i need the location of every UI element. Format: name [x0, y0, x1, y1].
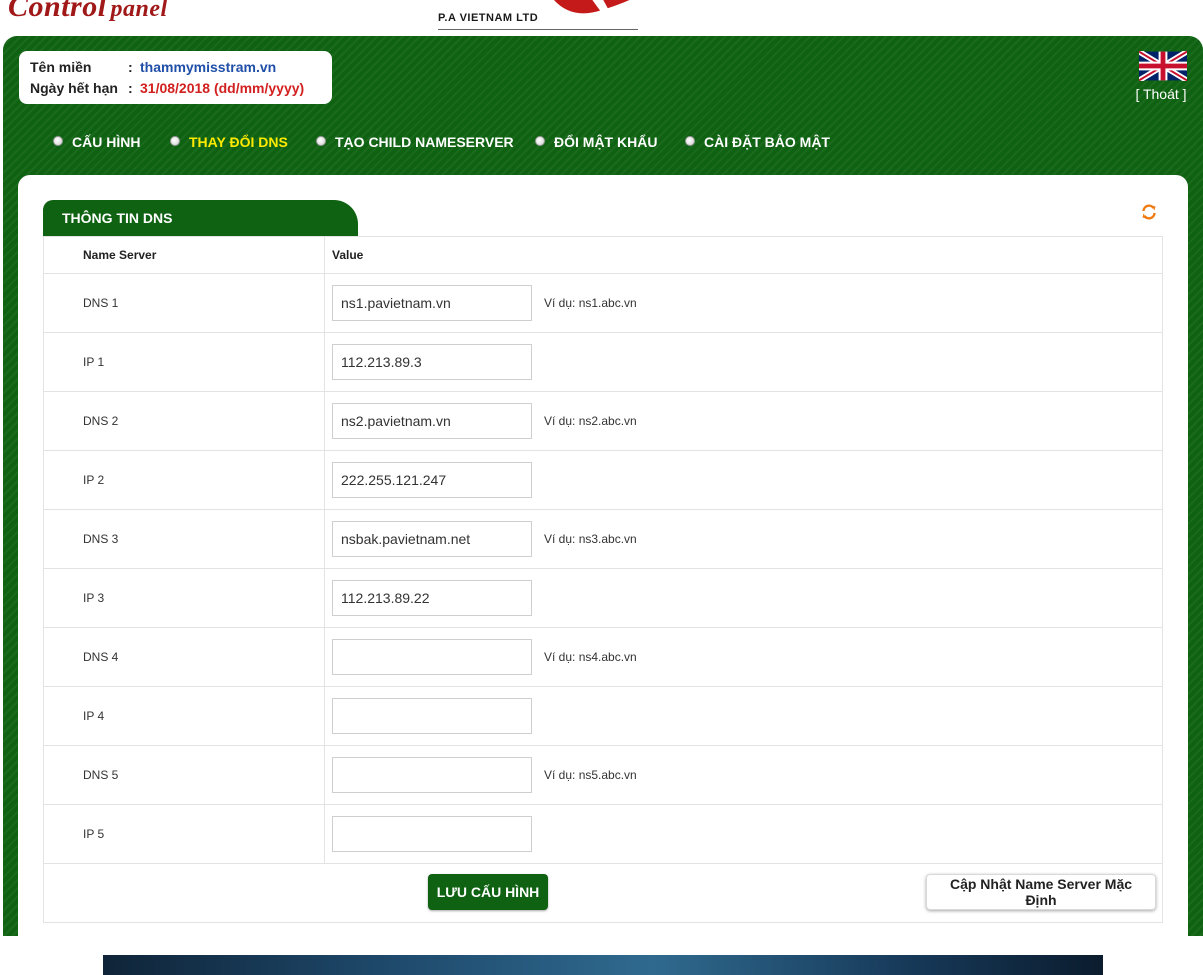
- nav-item-security[interactable]: CÀI ĐẶT BẢO MẬT: [685, 132, 830, 152]
- dns4-input[interactable]: [332, 639, 532, 675]
- table-row: DNS 5 Ví dụ: ns5.abc.vn: [43, 745, 1163, 805]
- row-label: DNS 2: [43, 391, 325, 451]
- ip4-input[interactable]: [332, 698, 532, 734]
- dns5-input[interactable]: [332, 757, 532, 793]
- section-title: THÔNG TIN DNS: [43, 200, 358, 236]
- content-area: THÔNG TIN DNS Name Server Value DNS 1 Ví…: [18, 175, 1188, 975]
- domain-info-box: Tên miền: thammymisstram.vn Ngày hết hạn:…: [19, 51, 332, 104]
- row-label: DNS 3: [43, 509, 325, 569]
- header: Control panel P.A VIETNAM LTD: [0, 0, 1203, 34]
- logo-main-text: Control: [8, 0, 107, 23]
- row-label: IP 1: [43, 332, 325, 392]
- dns1-example: Ví dụ: ns1.abc.vn: [544, 296, 637, 310]
- domain-label: Tên miền: [30, 59, 92, 75]
- table-row: IP 1: [43, 332, 1163, 392]
- row-label: IP 5: [43, 804, 325, 864]
- radio-dot-icon: [170, 136, 180, 146]
- row-label: IP 3: [43, 568, 325, 628]
- radio-dot-icon: [316, 136, 326, 146]
- expiry-separator: :: [128, 80, 133, 96]
- header-value: Value: [324, 236, 1163, 274]
- dns1-input[interactable]: [332, 285, 532, 321]
- promo-banner[interactable]: [103, 955, 1103, 975]
- ip2-input[interactable]: [332, 462, 532, 498]
- table-row: DNS 2 Ví dụ: ns2.abc.vn: [43, 391, 1163, 451]
- refresh-icon[interactable]: [1140, 203, 1158, 221]
- table-footer-row: LƯU CẤU HÌNH Cập Nhật Name Server Mặc Đị…: [43, 863, 1163, 923]
- domain-value: thammymisstram.vn: [140, 59, 277, 75]
- dns4-example: Ví dụ: ns4.abc.vn: [544, 650, 637, 664]
- radio-dot-icon: [685, 136, 695, 146]
- logout-link[interactable]: [ Thoát ]: [1125, 86, 1197, 102]
- table-header-row: Name Server Value: [43, 236, 1163, 274]
- nav-item-change-password[interactable]: ĐỔI MẬT KHẨU: [535, 132, 657, 152]
- table-row: IP 5: [43, 804, 1163, 864]
- company-underline: [438, 29, 638, 30]
- ip5-input[interactable]: [332, 816, 532, 852]
- domain-separator: :: [128, 59, 133, 75]
- row-label: IP 4: [43, 686, 325, 746]
- dns5-example: Ví dụ: ns5.abc.vn: [544, 768, 637, 782]
- nav-item-label: CÀI ĐẶT BẢO MẬT: [704, 134, 830, 150]
- expiry-row: Ngày hết hạn:31/08/2018 (dd/mm/yyyy): [30, 78, 304, 98]
- ip3-input[interactable]: [332, 580, 532, 616]
- radio-dot-icon: [535, 136, 545, 146]
- dns-table: Name Server Value DNS 1 Ví dụ: ns1.abc.v…: [43, 236, 1163, 923]
- update-default-ns-button[interactable]: Cập Nhật Name Server Mặc Định: [926, 874, 1156, 910]
- nav-item-label: THAY ĐỔI DNS: [189, 134, 288, 150]
- dns2-input[interactable]: [332, 403, 532, 439]
- expiry-value: 31/08/2018 (dd/mm/yyyy): [140, 80, 305, 96]
- row-label: IP 2: [43, 450, 325, 510]
- logo[interactable]: Control panel: [8, 0, 168, 24]
- logo-sub-text: panel: [110, 0, 168, 22]
- table-row: IP 3: [43, 568, 1163, 628]
- row-label: DNS 4: [43, 627, 325, 687]
- table-row: DNS 1 Ví dụ: ns1.abc.vn: [43, 273, 1163, 333]
- row-label: DNS 5: [43, 745, 325, 805]
- control-panel: Tên miền: thammymisstram.vn Ngày hết hạn:…: [3, 36, 1203, 975]
- radio-dot-icon: [53, 136, 63, 146]
- nav-item-change-dns[interactable]: THAY ĐỔI DNS: [170, 132, 288, 152]
- save-config-button[interactable]: LƯU CẤU HÌNH: [428, 874, 548, 910]
- uk-flag-icon[interactable]: [1139, 51, 1187, 81]
- domain-row: Tên miền: thammymisstram.vn: [30, 57, 276, 77]
- table-row: DNS 4 Ví dụ: ns4.abc.vn: [43, 627, 1163, 687]
- company-name: P.A VIETNAM LTD: [438, 12, 539, 24]
- row-label: DNS 1: [43, 273, 325, 333]
- expiry-label: Ngày hết hạn: [30, 80, 118, 96]
- dns2-example: Ví dụ: ns2.abc.vn: [544, 414, 637, 428]
- dns3-example: Ví dụ: ns3.abc.vn: [544, 532, 637, 546]
- nav-item-label: CẤU HÌNH: [72, 134, 141, 150]
- nav-item-child-nameserver[interactable]: TẠO CHILD NAMESERVER: [316, 132, 514, 152]
- table-row: IP 4: [43, 686, 1163, 746]
- dns3-input[interactable]: [332, 521, 532, 557]
- table-row: DNS 3 Ví dụ: ns3.abc.vn: [43, 509, 1163, 569]
- header-name-server: Name Server: [43, 236, 325, 274]
- brand-mark-icon: [554, 0, 630, 16]
- nav-item-config[interactable]: CẤU HÌNH: [53, 132, 140, 152]
- nav-item-label: TẠO CHILD NAMESERVER: [335, 134, 514, 150]
- ip1-input[interactable]: [332, 344, 532, 380]
- nav-item-label: ĐỔI MẬT KHẨU: [554, 134, 658, 150]
- table-row: IP 2: [43, 450, 1163, 510]
